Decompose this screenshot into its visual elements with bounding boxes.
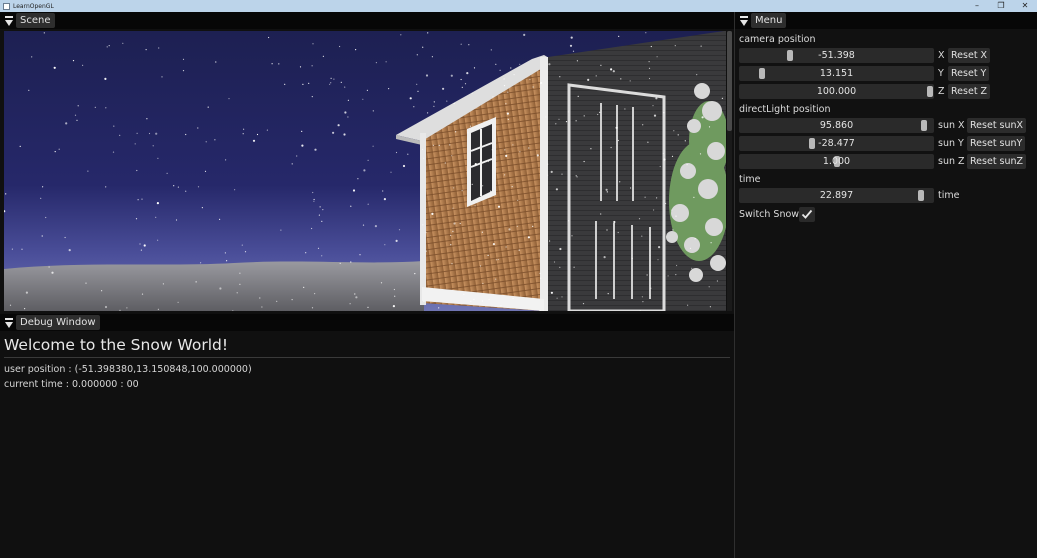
time-axis-label: time <box>938 190 960 201</box>
scene-scrollbar-thumb[interactable] <box>727 31 732 131</box>
sun-x-axis-label: sun X <box>938 120 965 131</box>
collapse-arrow-icon[interactable] <box>735 12 749 29</box>
camera-x-slider[interactable]: -51.398 <box>739 48 934 63</box>
menu-window: Menu camera position -51.398 X Reset X 1… <box>735 12 1037 558</box>
debug-tab[interactable]: Debug Window <box>16 315 100 330</box>
scene-viewport[interactable] <box>4 31 726 311</box>
scene-window: Scene <box>0 12 734 313</box>
debug-title-bar[interactable]: Debug Window <box>0 314 734 331</box>
menu-tab[interactable]: Menu <box>751 13 787 28</box>
current-time-text: current time : 0.000000 : 00 <box>4 379 139 390</box>
user-position-text: user position : (-51.398380,13.150848,10… <box>4 364 252 375</box>
camera-z-axis-label: Z <box>938 86 945 97</box>
sun-y-slider[interactable]: -28.477 <box>739 136 934 151</box>
reset-y-button[interactable]: Reset Y <box>948 66 990 81</box>
minimize-button[interactable]: – <box>965 0 989 12</box>
reset-sunx-button[interactable]: Reset sunX <box>967 118 1027 133</box>
camera-y-axis-label: Y <box>938 68 944 79</box>
sun-y-axis-label: sun Y <box>938 138 964 149</box>
snow-scene-render <box>4 31 726 311</box>
camera-position-label: camera position <box>739 34 816 45</box>
reset-x-button[interactable]: Reset X <box>948 48 991 63</box>
welcome-heading: Welcome to the Snow World! <box>4 336 229 354</box>
menu-title-bar[interactable]: Menu <box>735 12 1037 29</box>
switch-snow-label: Switch Snow <box>739 209 800 220</box>
scene-scrollbar[interactable] <box>727 31 732 311</box>
time-slider[interactable]: 22.897 <box>739 188 934 203</box>
divider <box>4 357 730 358</box>
app-title: LearnOpenGL <box>13 2 54 10</box>
checkmark-icon <box>801 209 813 219</box>
os-title-bar: LearnOpenGL – ❐ ✕ <box>0 0 1037 12</box>
reset-sunz-button[interactable]: Reset sunZ <box>967 154 1027 169</box>
sun-z-slider[interactable]: 1.000 <box>739 154 934 169</box>
camera-x-axis-label: X <box>938 50 945 61</box>
reset-z-button[interactable]: Reset Z <box>948 84 991 99</box>
app-icon <box>3 2 10 10</box>
switch-snow-checkbox[interactable] <box>799 207 815 222</box>
collapse-arrow-icon[interactable] <box>0 314 14 331</box>
close-button[interactable]: ✕ <box>1013 0 1037 12</box>
time-label: time <box>739 174 761 185</box>
sun-z-axis-label: sun Z <box>938 156 965 167</box>
reset-suny-button[interactable]: Reset sunY <box>967 136 1026 151</box>
maximize-button[interactable]: ❐ <box>989 0 1013 12</box>
scene-title-bar[interactable]: Scene <box>0 12 734 29</box>
sun-x-slider[interactable]: 95.860 <box>739 118 934 133</box>
direct-light-position-label: directLight position <box>739 104 831 115</box>
collapse-arrow-icon[interactable] <box>0 12 14 29</box>
debug-window: Debug Window Welcome to the Snow World! … <box>0 314 734 558</box>
camera-z-slider[interactable]: 100.000 <box>739 84 934 99</box>
scene-tab[interactable]: Scene <box>16 13 55 28</box>
camera-y-slider[interactable]: 13.151 <box>739 66 934 81</box>
